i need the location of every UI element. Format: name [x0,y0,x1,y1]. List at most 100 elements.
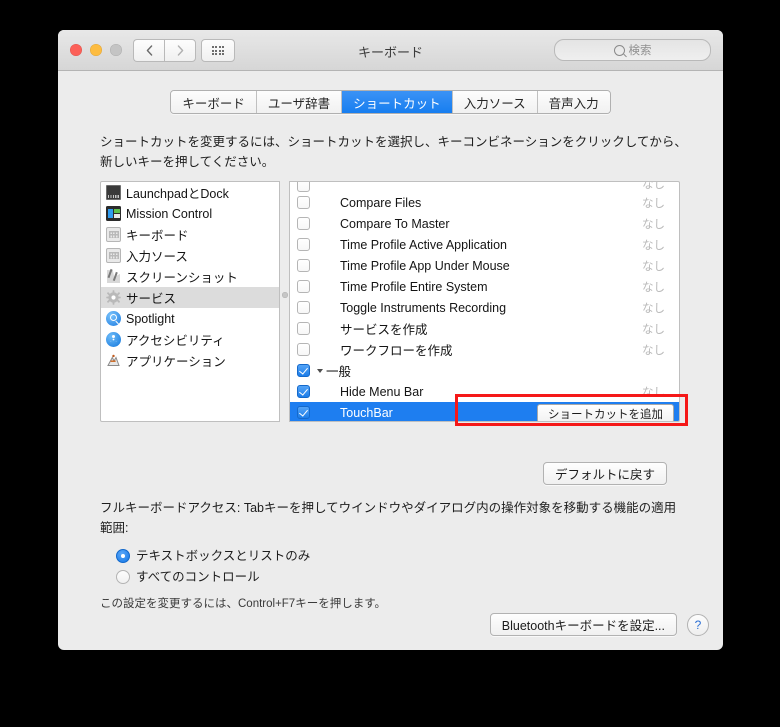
search-icon [613,44,625,56]
chevron-down-icon[interactable] [317,368,323,373]
radio-option-all-controls[interactable]: すべてのコントロール [116,567,688,588]
row-key[interactable]: なし [642,237,665,253]
table-group-row[interactable]: 一般 [290,360,679,381]
row-label: Hide Menu Bar [340,384,424,399]
radio-button-icon[interactable] [116,570,130,584]
row-checkbox[interactable] [297,259,310,272]
sidebar-item-services[interactable]: サービス [101,287,279,308]
keyboard-icon [106,248,121,263]
radio-option-textboxes-and-lists[interactable]: テキストボックスとリストのみ [116,546,688,567]
table-row-selected[interactable]: TouchBar ショートカットを追加 [290,402,679,421]
radio-label: テキストボックスとリストのみ [136,548,311,563]
pane-splitter[interactable] [280,181,289,422]
add-shortcut-button[interactable]: ショートカットを追加 [537,404,674,421]
table-row[interactable]: Hide Menu Bar なし [290,381,679,402]
sidebar-item-label: アプリケーション [126,355,226,369]
row-label: Compare To Master [340,216,450,231]
group-label-text: 一般 [326,365,352,379]
help-button[interactable]: ? [687,613,709,636]
sidebar-item-accessibility[interactable]: アクセシビリティ [101,329,279,350]
accessibility-icon [106,332,121,347]
table-row[interactable]: Compare Files なし [290,192,679,213]
shortcut-category-list[interactable]: LaunchpadとDock Mission Control キーボード 入力ソ… [100,181,280,422]
tab-dictation[interactable]: 音声入力 [537,91,610,113]
sidebar-item-spotlight[interactable]: Spotlight [101,308,279,329]
screenshot-icon [106,269,121,284]
instruction-text: ショートカットを変更するには、ショートカットを選択し、キーコンビネーションをクリ… [100,135,687,170]
row-key[interactable]: なし [642,300,665,316]
sidebar-item-label: Mission Control [126,206,213,221]
sidebar-item-label: スクリーンショット [126,271,238,285]
row-checkbox[interactable] [297,406,310,419]
setup-bluetooth-keyboard-button[interactable]: Bluetoothキーボードを設定... [489,613,677,636]
row-key[interactable]: なし [642,384,665,400]
shortcuts-split-view: LaunchpadとDock Mission Control キーボード 入力ソ… [100,181,680,422]
tab-shortcuts[interactable]: ショートカット [342,91,453,113]
row-label: TouchBar [340,405,393,420]
sidebar-item-input-sources[interactable]: 入力ソース [101,245,279,266]
row-checkbox[interactable] [297,280,310,293]
automator-icon [106,353,121,368]
radio-button-icon[interactable] [116,549,130,563]
sidebar-item-keyboard[interactable]: キーボード [101,224,279,245]
splitter-knob[interactable] [282,292,288,298]
row-key[interactable]: なし [642,258,665,274]
gear-icon [106,290,121,305]
shortcut-table[interactable]: なし Compare Files なし Compare To Master なし… [289,181,680,422]
mission-control-icon [106,206,121,221]
tab-user-dictionary[interactable]: ユーザ辞書 [256,91,343,113]
full-keyboard-access-section: フルキーボードアクセス: Tabキーを押してウインドウやダイアログ内の操作対象を… [100,498,688,613]
tab-bar: キーボード ユーザ辞書 ショートカット 入力ソース 音声入力 [58,90,723,114]
row-checkbox[interactable] [297,238,310,251]
row-label: Time Profile App Under Mouse [340,258,510,273]
row-key[interactable]: なし [642,321,665,337]
row-checkbox[interactable] [297,217,310,230]
row-checkbox[interactable] [297,301,310,314]
row-checkbox[interactable] [297,182,310,192]
sidebar-item-label: サービス [126,292,177,306]
row-key[interactable]: なし [642,279,665,295]
row-checkbox[interactable] [297,196,310,209]
table-row[interactable]: Toggle Instruments Recording なし [290,297,679,318]
sidebar-item-label: 入力ソース [126,250,188,264]
row-key[interactable]: なし [642,342,665,358]
full-keyboard-access-description: フルキーボードアクセス: Tabキーを押してウインドウやダイアログ内の操作対象を… [100,501,677,536]
keyboard-preferences-window: キーボード 検索 キーボード ユーザ辞書 ショートカット 入力ソース 音声入力 … [58,30,723,650]
row-label: サービスを作成 [340,323,428,337]
restore-defaults-button[interactable]: デフォルトに戻す [542,462,667,485]
table-row[interactable]: Time Profile Active Application なし [290,234,679,255]
row-checkbox[interactable] [297,322,310,335]
table-row[interactable]: Compare To Master なし [290,213,679,234]
tab-input-sources[interactable]: 入力ソース [452,91,538,113]
restore-defaults-wrapper: デフォルトに戻す [542,462,667,485]
bottom-button-bar: Bluetoothキーボードを設定... ? [489,613,709,636]
table-row[interactable]: サービスを作成 なし [290,318,679,339]
row-label: Toggle Instruments Recording [340,300,507,315]
row-key[interactable]: なし [642,216,665,232]
sidebar-item-mission-control[interactable]: Mission Control [101,203,279,224]
full-keyboard-access-radio-group: テキストボックスとリストのみ すべてのコントロール [116,546,688,588]
row-label: ワークフローを作成 [340,344,453,358]
table-row[interactable]: ワークフローを作成 なし [290,339,679,360]
sidebar-item-launchpad-dock[interactable]: LaunchpadとDock [101,182,279,203]
row-key[interactable]: なし [642,182,665,192]
window-titlebar: キーボード 検索 [58,30,723,71]
group-checkbox[interactable] [297,364,310,377]
row-checkbox[interactable] [297,343,310,356]
search-placeholder: 検索 [628,45,652,57]
tab-keyboard[interactable]: キーボード [171,91,257,113]
row-key[interactable]: なし [642,195,665,211]
sidebar-item-screenshots[interactable]: スクリーンショット [101,266,279,287]
sidebar-item-app-shortcuts[interactable]: アプリケーション [101,350,279,371]
row-label: Time Profile Active Application [340,237,507,252]
search-input[interactable]: 検索 [554,39,711,61]
radio-label: すべてのコントロール [136,569,260,584]
row-label: Time Profile Entire System [340,279,488,294]
group-label: 一般 [317,361,352,380]
row-label: Compare Files [340,195,422,210]
row-checkbox[interactable] [297,385,310,398]
table-row[interactable]: なし [290,182,679,192]
table-row[interactable]: Time Profile Entire System なし [290,276,679,297]
table-row[interactable]: Time Profile App Under Mouse なし [290,255,679,276]
keyboard-icon [106,227,121,242]
